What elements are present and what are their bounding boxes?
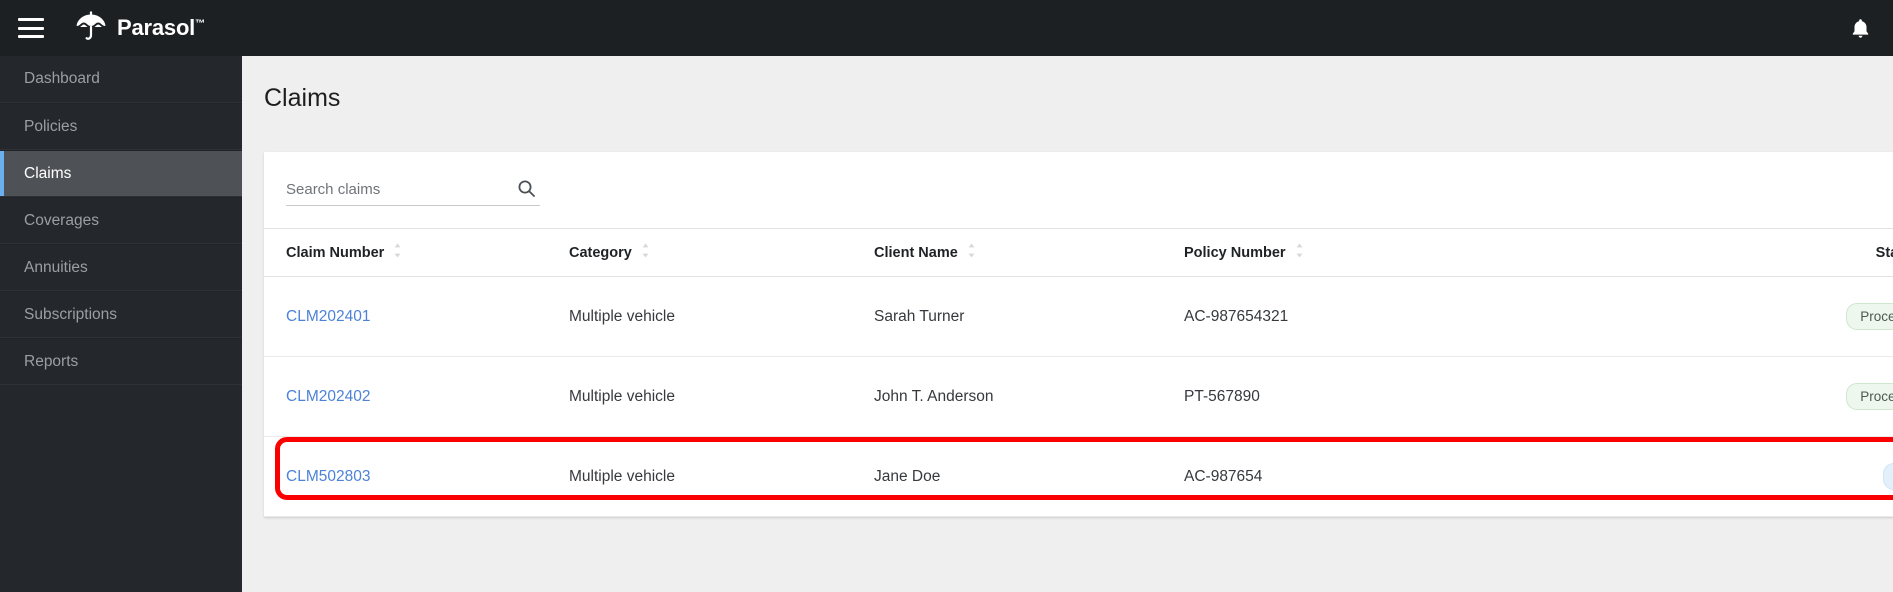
table-row[interactable]: CLM202401 Multiple vehicle Sarah Turner … bbox=[264, 276, 1893, 357]
cell-client-name: Jane Doe bbox=[874, 436, 1184, 517]
table-row[interactable]: CLM502803 Multiple vehicle Jane Doe AC-9… bbox=[264, 436, 1893, 517]
cell-claim-number: CLM202401 bbox=[264, 276, 569, 357]
sidebar-item-claims[interactable]: Claims bbox=[0, 150, 242, 197]
claim-number-link[interactable]: CLM202401 bbox=[286, 308, 370, 325]
column-header-claim-number[interactable]: Claim Number bbox=[264, 228, 569, 277]
sort-icon[interactable] bbox=[393, 243, 402, 262]
sidebar-item-label: Claims bbox=[24, 164, 72, 182]
brand-logo[interactable]: Parasol™ bbox=[74, 10, 205, 47]
sidebar-item-reports[interactable]: Reports bbox=[0, 338, 242, 385]
sidebar-item-label: Reports bbox=[24, 352, 79, 370]
cell-client-name: Sarah Turner bbox=[874, 276, 1184, 357]
sidebar-item-annuities[interactable]: Annuities bbox=[0, 244, 242, 291]
status-badge: Processed bbox=[1846, 383, 1893, 410]
sidebar-item-label: Subscriptions bbox=[24, 305, 118, 323]
column-header-policy-number[interactable]: Policy Number bbox=[1184, 228, 1514, 277]
cell-category: Multiple vehicle bbox=[569, 276, 874, 357]
claim-number-link[interactable]: CLM202402 bbox=[286, 388, 370, 405]
cell-status: Processed bbox=[1514, 276, 1893, 357]
sidebar-item-label: Dashboard bbox=[24, 70, 100, 87]
cell-policy-number: PT-567890 bbox=[1184, 356, 1514, 437]
table-row[interactable]: CLM202402 Multiple vehicle John T. Ander… bbox=[264, 356, 1893, 437]
search-input[interactable] bbox=[286, 174, 501, 205]
sort-icon[interactable] bbox=[1295, 243, 1304, 262]
status-badge: New bbox=[1882, 463, 1893, 490]
top-header: Parasol™ bbox=[0, 0, 1893, 56]
sidebar-item-label: Coverages bbox=[24, 211, 99, 229]
status-badge: Processed bbox=[1846, 303, 1893, 330]
table-toolbar: Any category bbox=[264, 152, 1893, 228]
body-wrapper: Dashboard Policies Claims Coverages Annu… bbox=[0, 56, 1893, 592]
cell-category: Multiple vehicle bbox=[569, 436, 874, 517]
column-header-label: Policy Number bbox=[1184, 244, 1286, 261]
sidebar-item-label: Annuities bbox=[24, 258, 88, 276]
claim-number-link[interactable]: CLM502803 bbox=[286, 468, 370, 485]
hamburger-menu-icon[interactable] bbox=[18, 18, 44, 38]
umbrella-icon bbox=[74, 10, 108, 47]
column-header-label: Client Name bbox=[874, 244, 958, 261]
application-window: Parasol™ Dashboard Policies Claims Cover… bbox=[0, 0, 1893, 592]
sidebar-item-coverages[interactable]: Coverages bbox=[0, 197, 242, 244]
cell-policy-number: AC-987654 bbox=[1184, 436, 1514, 517]
search-icon[interactable] bbox=[517, 179, 536, 203]
sidebar-item-subscriptions[interactable]: Subscriptions bbox=[0, 291, 242, 338]
claims-table: Claim Number Category Client Name Policy… bbox=[264, 228, 1893, 517]
table-header-row: Claim Number Category Client Name Policy… bbox=[264, 228, 1893, 277]
cell-claim-number: CLM202402 bbox=[264, 356, 569, 437]
column-header-client-name[interactable]: Client Name bbox=[874, 228, 1184, 277]
sidebar-item-dashboard[interactable]: Dashboard bbox=[0, 56, 242, 103]
sidebar-navigation: Dashboard Policies Claims Coverages Annu… bbox=[0, 56, 242, 592]
table-head: Claim Number Category Client Name Policy… bbox=[264, 228, 1893, 277]
column-header-category[interactable]: Category bbox=[569, 228, 874, 277]
sort-icon[interactable] bbox=[641, 243, 650, 262]
column-header-status[interactable]: Status bbox=[1514, 228, 1893, 277]
sidebar-item-policies[interactable]: Policies bbox=[0, 103, 242, 150]
search-box bbox=[286, 174, 540, 206]
column-header-label: Claim Number bbox=[286, 244, 385, 261]
cell-policy-number: AC-987654321 bbox=[1184, 276, 1514, 357]
cell-claim-number: CLM502803 bbox=[264, 436, 569, 517]
cell-status: New bbox=[1514, 436, 1893, 517]
cell-status: Processed bbox=[1514, 356, 1893, 437]
claims-card: Any category Claim Number bbox=[264, 152, 1893, 517]
cell-client-name: John T. Anderson bbox=[874, 356, 1184, 437]
cell-category: Multiple vehicle bbox=[569, 356, 874, 437]
brand-name: Parasol™ bbox=[117, 15, 205, 40]
sidebar-item-label: Policies bbox=[24, 117, 78, 135]
trademark-symbol: ™ bbox=[195, 18, 205, 30]
column-header-label: Category bbox=[569, 244, 632, 261]
page-title: Claims bbox=[264, 84, 341, 112]
main-content: Claims Any category bbox=[242, 56, 1893, 592]
table-body: CLM202401 Multiple vehicle Sarah Turner … bbox=[264, 276, 1893, 517]
sort-icon[interactable] bbox=[967, 243, 976, 262]
bell-icon[interactable] bbox=[1849, 17, 1871, 39]
column-header-label: Status bbox=[1875, 244, 1893, 261]
